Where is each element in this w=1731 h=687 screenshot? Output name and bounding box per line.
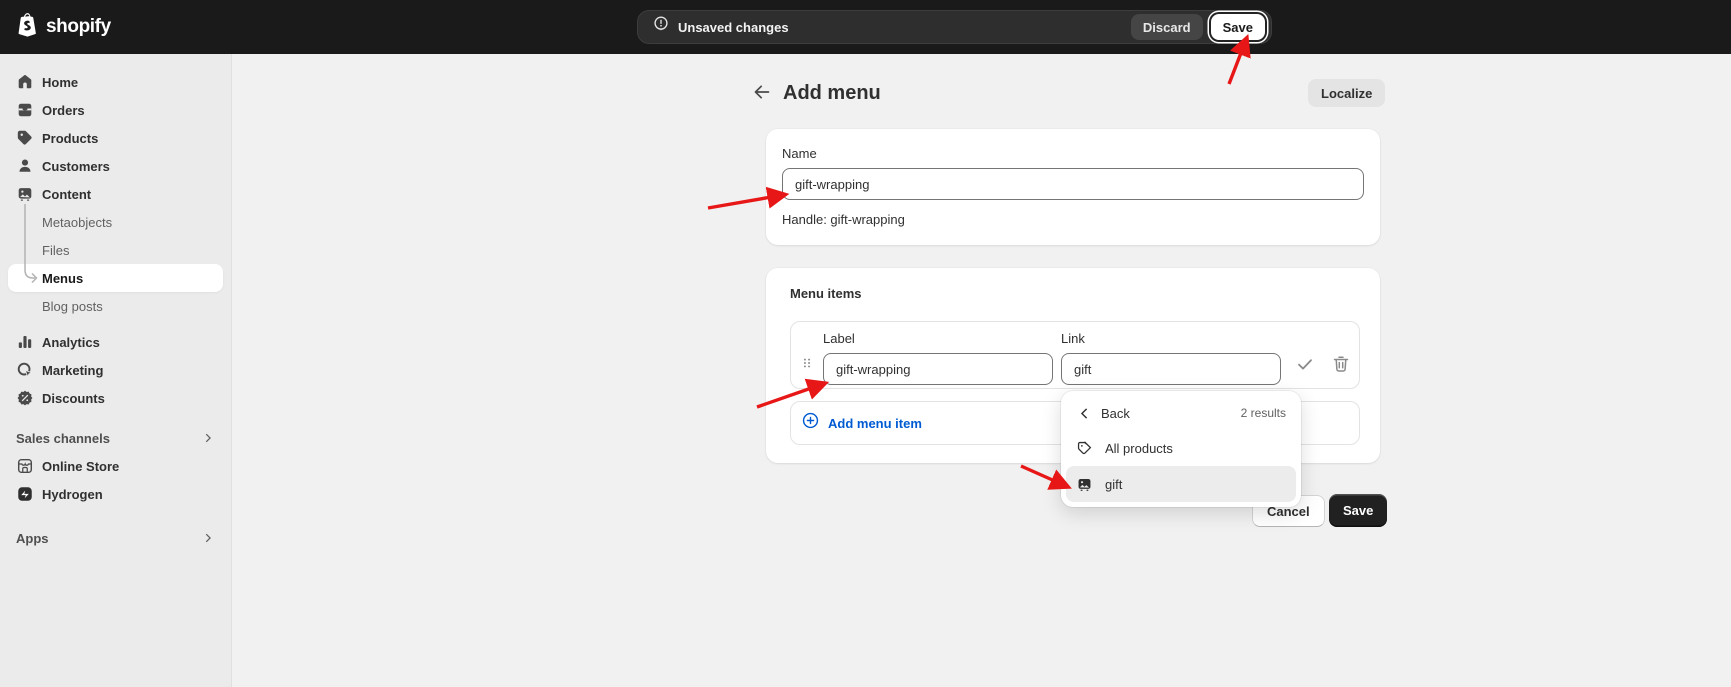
shopify-logo[interactable]: shopify bbox=[16, 12, 111, 43]
discard-button[interactable]: Discard bbox=[1131, 14, 1203, 40]
sidebar-item-files[interactable]: Files bbox=[8, 236, 223, 264]
tag-icon bbox=[1076, 440, 1093, 457]
sidebar: Home Orders Products Customers Content bbox=[0, 54, 232, 687]
chevron-left-icon bbox=[1076, 405, 1093, 422]
sales-channels-header[interactable]: Sales channels bbox=[8, 424, 223, 452]
delete-item-button[interactable] bbox=[1331, 354, 1351, 374]
sidebar-item-blog-posts[interactable]: Blog posts bbox=[8, 292, 223, 320]
dropdown-option-label: gift bbox=[1105, 477, 1122, 492]
sidebar-label: Home bbox=[42, 75, 78, 90]
sidebar-label: Files bbox=[42, 243, 69, 258]
back-button[interactable] bbox=[750, 81, 774, 105]
sidebar-label: Marketing bbox=[42, 363, 103, 378]
dropdown-option-label: All products bbox=[1105, 441, 1173, 456]
sidebar-item-analytics[interactable]: Analytics bbox=[8, 328, 223, 356]
shopify-bag-icon bbox=[16, 12, 39, 43]
menu-item-row: Label Link bbox=[790, 321, 1360, 389]
sidebar-item-menus[interactable]: Menus bbox=[8, 264, 223, 292]
link-column-header: Link bbox=[1061, 331, 1281, 346]
link-picker-dropdown: Back 2 results All products gift bbox=[1061, 391, 1301, 507]
sidebar-label: Metaobjects bbox=[42, 215, 112, 230]
checkmark-icon bbox=[1295, 354, 1315, 374]
sidebar-item-online-store[interactable]: Online Store bbox=[8, 452, 223, 480]
sidebar-label: Analytics bbox=[42, 335, 100, 350]
sidebar-label: Customers bbox=[42, 159, 110, 174]
name-card: Name Handle: gift-wrapping bbox=[766, 129, 1380, 245]
sidebar-item-products[interactable]: Products bbox=[8, 124, 223, 152]
sidebar-item-hydrogen[interactable]: Hydrogen bbox=[8, 480, 223, 508]
dropdown-option-gift[interactable]: gift bbox=[1066, 466, 1296, 502]
label-column-header: Label bbox=[823, 331, 1053, 346]
sidebar-label: Content bbox=[42, 187, 91, 202]
sidebar-label: Online Store bbox=[42, 459, 119, 474]
top-bar: shopify Unsaved changes Discard Save bbox=[0, 0, 1731, 54]
annotation-arrow-gift-option bbox=[1021, 466, 1066, 486]
online-store-icon bbox=[16, 457, 34, 475]
menu-item-label-input[interactable] bbox=[823, 353, 1053, 385]
sidebar-item-orders[interactable]: Orders bbox=[8, 96, 223, 124]
shopify-wordmark: shopify bbox=[46, 16, 111, 38]
sidebar-label: Orders bbox=[42, 103, 85, 118]
products-icon bbox=[16, 129, 34, 147]
sidebar-label: Menus bbox=[42, 271, 83, 286]
home-icon bbox=[16, 73, 34, 91]
localize-button[interactable]: Localize bbox=[1308, 79, 1385, 107]
dropdown-option-all-products[interactable]: All products bbox=[1066, 430, 1296, 466]
marketing-icon bbox=[16, 361, 34, 379]
sidebar-label: Products bbox=[42, 131, 98, 146]
drag-dots-icon bbox=[801, 356, 813, 370]
hydrogen-icon bbox=[16, 485, 34, 503]
sidebar-item-customers[interactable]: Customers bbox=[8, 152, 223, 180]
save-button[interactable]: Save bbox=[1329, 494, 1387, 527]
plus-circle-icon bbox=[801, 411, 820, 435]
page-title: Add menu bbox=[783, 80, 881, 106]
menu-item-link-input[interactable] bbox=[1061, 353, 1281, 385]
trash-icon bbox=[1331, 354, 1351, 374]
topbar-save-button[interactable]: Save bbox=[1211, 14, 1265, 40]
results-count: 2 results bbox=[1241, 406, 1286, 420]
dropdown-back-label: Back bbox=[1101, 406, 1130, 421]
alert-icon bbox=[652, 15, 670, 39]
sidebar-item-discounts[interactable]: Discounts bbox=[8, 384, 223, 412]
name-input[interactable] bbox=[782, 168, 1364, 200]
sidebar-item-metaobjects[interactable]: Metaobjects bbox=[8, 208, 223, 236]
chevron-right-icon bbox=[201, 431, 215, 445]
menu-items-heading: Menu items bbox=[790, 286, 1360, 301]
orders-icon bbox=[16, 101, 34, 119]
apps-header[interactable]: Apps bbox=[8, 524, 223, 552]
shopify-admin-screen: shopify Unsaved changes Discard Save Ho bbox=[0, 0, 1731, 687]
handle-text: Handle: gift-wrapping bbox=[782, 212, 1364, 227]
dropdown-back-row[interactable]: Back 2 results bbox=[1066, 396, 1296, 430]
drag-handle[interactable] bbox=[791, 331, 823, 381]
add-menu-item-label: Add menu item bbox=[828, 416, 922, 431]
sidebar-item-marketing[interactable]: Marketing bbox=[8, 356, 223, 384]
back-arrow-icon bbox=[752, 82, 772, 102]
customers-icon bbox=[16, 157, 34, 175]
sidebar-label: Hydrogen bbox=[42, 487, 103, 502]
content-icon bbox=[16, 185, 34, 203]
sidebar-label: Discounts bbox=[42, 391, 105, 406]
sidebar-item-content[interactable]: Content bbox=[8, 180, 223, 208]
name-field-label: Name bbox=[782, 146, 1364, 161]
discounts-icon bbox=[16, 389, 34, 407]
collection-icon bbox=[1076, 476, 1093, 493]
sidebar-item-home[interactable]: Home bbox=[8, 68, 223, 96]
confirm-item-button[interactable] bbox=[1295, 354, 1315, 374]
analytics-icon bbox=[16, 333, 34, 351]
unsaved-changes-bar: Unsaved changes Discard Save bbox=[637, 10, 1272, 44]
sidebar-label: Blog posts bbox=[42, 299, 103, 314]
unsaved-changes-text: Unsaved changes bbox=[678, 20, 789, 35]
chevron-right-icon bbox=[201, 531, 215, 545]
